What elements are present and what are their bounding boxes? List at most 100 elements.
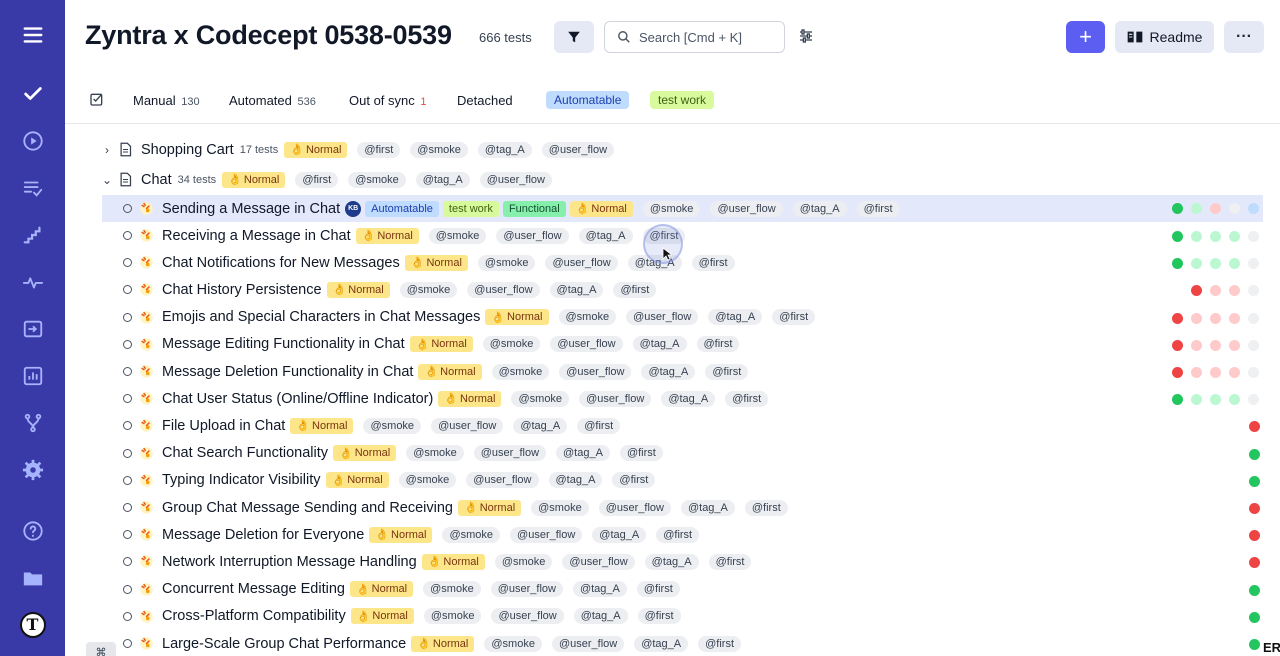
test-row[interactable]: File Upload in Chat 👌 Normal @smoke @user_fl… bbox=[65, 412, 1280, 439]
select-radio[interactable] bbox=[123, 258, 132, 268]
status-dot[interactable] bbox=[1249, 448, 1260, 460]
status-dot[interactable] bbox=[1210, 258, 1221, 270]
status-dot[interactable] bbox=[1229, 394, 1240, 406]
select-radio[interactable] bbox=[123, 611, 132, 621]
branch-icon[interactable] bbox=[0, 399, 65, 446]
filter-button[interactable] bbox=[554, 21, 594, 53]
folder-icon[interactable] bbox=[0, 554, 65, 601]
tab-detached[interactable]: Detached bbox=[457, 93, 513, 108]
select-radio[interactable] bbox=[123, 639, 132, 648]
status-dot[interactable] bbox=[1210, 231, 1221, 242]
tab-automated[interactable]: Automated 536 bbox=[229, 93, 316, 108]
status-dot[interactable] bbox=[1249, 611, 1260, 623]
select-radio[interactable] bbox=[123, 231, 132, 240]
status-dot[interactable] bbox=[1249, 421, 1260, 433]
status-dot[interactable] bbox=[1229, 367, 1240, 378]
status-dot[interactable] bbox=[1210, 394, 1221, 406]
test-row[interactable]: Message Deletion Functionality in Chat 👌 N… bbox=[65, 358, 1280, 385]
pulse-icon[interactable] bbox=[0, 258, 65, 305]
status-dot[interactable] bbox=[1172, 258, 1183, 270]
select-all-icon[interactable] bbox=[89, 91, 105, 112]
steps-icon[interactable] bbox=[0, 211, 65, 258]
select-radio[interactable] bbox=[123, 448, 132, 458]
readme-button[interactable]: Readme bbox=[1115, 21, 1214, 53]
status-dot[interactable] bbox=[1210, 285, 1221, 297]
sliders-icon[interactable] bbox=[798, 28, 814, 49]
status-dot[interactable] bbox=[1249, 584, 1260, 596]
status-dot[interactable] bbox=[1248, 394, 1259, 406]
test-row[interactable]: Message Editing Functionality in Chat 👌 No… bbox=[65, 331, 1280, 358]
status-dot[interactable] bbox=[1248, 339, 1259, 351]
status-dot[interactable] bbox=[1191, 367, 1202, 378]
status-dot[interactable] bbox=[1172, 394, 1183, 406]
status-dot[interactable] bbox=[1248, 367, 1259, 378]
status-dot[interactable] bbox=[1249, 530, 1260, 542]
test-row[interactable]: Typing Indicator Visibility 👌 Normal @smoke… bbox=[65, 467, 1280, 494]
select-radio[interactable] bbox=[123, 367, 132, 376]
select-radio[interactable] bbox=[123, 339, 132, 349]
play-icon[interactable] bbox=[0, 117, 65, 164]
status-dot[interactable] bbox=[1249, 503, 1260, 514]
test-row[interactable]: Emojis and Special Characters in Chat Me… bbox=[65, 304, 1280, 331]
filter-automatable[interactable]: Automatable bbox=[546, 91, 630, 109]
suite-row[interactable]: › Shopping Cart 17 tests 👌 Normal @first … bbox=[65, 136, 1280, 163]
user-logo[interactable]: T bbox=[0, 601, 65, 648]
status-dot[interactable] bbox=[1191, 339, 1202, 351]
list-check-icon[interactable] bbox=[0, 164, 65, 211]
test-row[interactable]: Cross-Platform Compatibility 👌 Normal @smok… bbox=[65, 603, 1280, 630]
status-dot[interactable] bbox=[1248, 203, 1259, 214]
test-row[interactable]: Chat User Status (Online/Offline Indicat… bbox=[65, 385, 1280, 412]
status-dot[interactable] bbox=[1191, 312, 1202, 324]
status-dot[interactable] bbox=[1229, 312, 1240, 324]
status-dot[interactable] bbox=[1249, 557, 1260, 569]
test-row[interactable]: Message Deletion for Everyone 👌 Normal @smo… bbox=[65, 521, 1280, 548]
select-radio[interactable] bbox=[123, 584, 132, 594]
select-radio[interactable] bbox=[123, 530, 132, 540]
tab-manual[interactable]: Manual 130 bbox=[133, 93, 200, 108]
status-dot[interactable] bbox=[1210, 339, 1221, 351]
status-dot[interactable] bbox=[1229, 231, 1240, 242]
chevron-right-icon[interactable]: › bbox=[98, 143, 116, 157]
chevron-down-icon[interactable]: ⌄ bbox=[98, 173, 116, 187]
menu-icon[interactable] bbox=[0, 0, 65, 70]
test-row[interactable]: Group Chat Message Sending and Receiving… bbox=[65, 494, 1280, 521]
test-row[interactable]: Large-Scale Group Chat Performance 👌 Norma… bbox=[65, 630, 1280, 656]
test-row[interactable]: Network Interruption Message Handling 👌 No… bbox=[65, 548, 1280, 575]
select-radio[interactable] bbox=[123, 503, 132, 512]
status-dot[interactable] bbox=[1248, 285, 1259, 297]
status-dot[interactable] bbox=[1191, 394, 1202, 406]
checkmark-icon[interactable] bbox=[0, 70, 65, 117]
select-radio[interactable] bbox=[123, 475, 132, 485]
select-radio[interactable] bbox=[123, 421, 132, 431]
status-dot[interactable] bbox=[1229, 285, 1240, 297]
status-dot[interactable] bbox=[1249, 639, 1260, 650]
select-radio[interactable] bbox=[123, 204, 132, 213]
select-radio[interactable] bbox=[123, 557, 132, 567]
test-row-selected[interactable]: Sending a Message in Chat KB Automatable… bbox=[102, 195, 1263, 222]
status-dot[interactable] bbox=[1248, 258, 1259, 270]
test-row[interactable]: Chat Search Functionality 👌 Normal @smoke @u… bbox=[65, 440, 1280, 467]
filter-test-work[interactable]: test work bbox=[650, 91, 715, 109]
select-radio[interactable] bbox=[123, 285, 132, 295]
status-dot[interactable] bbox=[1229, 339, 1240, 351]
status-dot[interactable] bbox=[1172, 312, 1183, 324]
status-dot[interactable] bbox=[1172, 367, 1183, 378]
status-dot[interactable] bbox=[1191, 285, 1202, 297]
status-dot[interactable] bbox=[1172, 339, 1183, 351]
search-box[interactable] bbox=[604, 21, 785, 53]
status-dot[interactable] bbox=[1248, 312, 1259, 324]
status-dot[interactable] bbox=[1172, 231, 1183, 242]
status-dot[interactable] bbox=[1210, 203, 1221, 214]
import-icon[interactable] bbox=[0, 305, 65, 352]
status-dot[interactable] bbox=[1191, 258, 1202, 270]
status-dot[interactable] bbox=[1249, 475, 1260, 487]
select-radio[interactable] bbox=[123, 312, 132, 322]
bar-chart-icon[interactable] bbox=[0, 352, 65, 399]
status-dot[interactable] bbox=[1172, 203, 1183, 214]
settings-icon[interactable] bbox=[0, 446, 65, 493]
tab-out-of-sync[interactable]: Out of sync 1 bbox=[349, 93, 427, 108]
status-dot[interactable] bbox=[1191, 203, 1202, 214]
status-dot[interactable] bbox=[1229, 203, 1240, 214]
suite-row[interactable]: ⌄ Chat 34 tests 👌 Normal @first @smoke @t… bbox=[65, 166, 1280, 193]
status-dot[interactable] bbox=[1191, 231, 1202, 242]
